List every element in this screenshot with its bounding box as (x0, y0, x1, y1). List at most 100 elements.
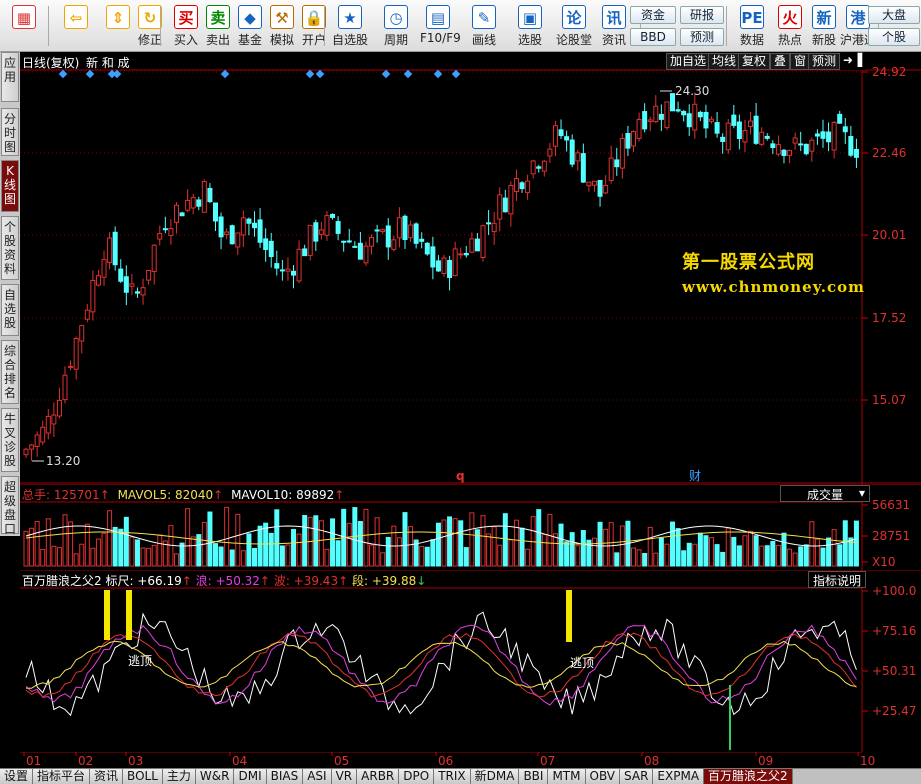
candle-body (151, 244, 157, 272)
toolbar-small-dapan[interactable]: 大盘 (868, 6, 920, 24)
side-tab-7[interactable]: 超级盘口 (1, 476, 19, 536)
candle-body (302, 248, 308, 257)
side-tab-6[interactable]: 牛叉诊股 (1, 408, 19, 472)
xaxis-label: 06 (438, 754, 453, 768)
toolbar-button-discuss[interactable]: 论论股堂 (556, 2, 592, 50)
toolbar-button-lock[interactable]: 🔒 开户 (296, 2, 332, 50)
toolbar-button-windows-grid[interactable]: ▦ (2, 2, 46, 50)
bottom-tab-16[interactable]: OBV (585, 769, 621, 784)
toolbar-button-pe[interactable]: PE 数据 (734, 2, 770, 50)
side-tab-5[interactable]: 综合排名 (1, 340, 19, 404)
toolbar-button-hot[interactable]: 火热点 (772, 2, 808, 50)
candle-body (146, 269, 152, 281)
candle-body (837, 113, 843, 124)
volume-bar (502, 513, 508, 567)
toolbar-button-sell[interactable]: 卖卖出 (200, 2, 236, 50)
volume-bar (447, 516, 453, 567)
side-tab-4[interactable]: 自选股 (1, 284, 19, 336)
bottom-tab-0[interactable]: 设置 (0, 769, 34, 784)
window-icon: ▤ (426, 5, 450, 29)
bottom-tab-10[interactable]: ARBR (357, 769, 400, 784)
pin-icon[interactable]: ➜▐ (840, 53, 866, 70)
toolbar-small-bbd[interactable]: BBD (630, 28, 676, 46)
volume-bar (369, 544, 375, 567)
volume-pane[interactable]: 56631 28751 X10 总手: 125701↑ MAVOL5: 82040↑… (20, 483, 921, 570)
toolbar-button-refresh[interactable]: ↻ 修正 (132, 2, 168, 50)
volume-bar (748, 530, 754, 567)
toolbar-button-up-down-arrows[interactable]: ⇕ (100, 2, 136, 50)
side-tab-1[interactable]: 分时图 (1, 108, 19, 156)
toolbar-small-zijin[interactable]: 资金 (630, 6, 676, 24)
candle-body (129, 283, 135, 287)
volume-bar (725, 527, 731, 567)
volume-bar (458, 520, 464, 567)
toolbar-small-geguan[interactable]: 个股 (868, 28, 920, 46)
candle-body (491, 222, 497, 233)
volume-bar (268, 532, 274, 567)
hammer-icon: ⚒ (270, 5, 294, 29)
toolbar-small-yuce[interactable]: 预测 (680, 28, 724, 46)
toolbar-button-star-folder[interactable]: ★ 自选股 (332, 2, 368, 50)
toolbar-small-yanbao[interactable]: 研报 (680, 6, 724, 24)
toolbar-button-clock[interactable]: ◷ 周期 (378, 2, 414, 50)
bottom-tab-12[interactable]: TRIX (434, 769, 471, 784)
bottom-tab-2[interactable]: 资讯 (90, 769, 124, 784)
chart-button-1[interactable]: 均线 (708, 53, 741, 70)
toolbar-button-window[interactable]: ▤ F10/F9 (420, 2, 461, 50)
chart-button-4[interactable]: 窗 (790, 53, 811, 70)
volume-bar (703, 535, 709, 567)
bottom-tab-1[interactable]: 指标平台 (33, 769, 91, 784)
bottom-tab-14[interactable]: BBI (519, 769, 549, 784)
volume-bar (229, 549, 235, 567)
side-tab-2[interactable]: K线图 (1, 160, 19, 212)
indicator-pane[interactable]: +100.0 +75.16 +50.31 +25.47 逃顶 逃顶 百万腊浪之父2 标尺:… (20, 569, 921, 752)
toolbar-button-back-arrow[interactable]: ⇦ (58, 2, 94, 50)
side-tab-0[interactable]: 应用 (1, 52, 19, 102)
side-tab-3[interactable]: 个股资料 (1, 216, 19, 280)
candle-body (764, 135, 770, 139)
toolbar-button-pencil[interactable]: ✎ 画线 (466, 2, 502, 50)
bottom-tab-4[interactable]: 主力 (162, 769, 196, 784)
bottom-tab-5[interactable]: W&R (195, 769, 235, 784)
bottom-tab-15[interactable]: MTM (548, 769, 586, 784)
bottom-tab-9[interactable]: VR (331, 769, 358, 784)
bottom-tab-13[interactable]: 新DMA (470, 769, 520, 784)
bottom-tab-7[interactable]: BIAS (266, 769, 304, 784)
toolbar-button-newstock[interactable]: 新新股 (806, 2, 842, 50)
volume-dropdown[interactable]: 成交量 ▾ (780, 485, 870, 502)
watermark-title: 第一股票公式网 (682, 252, 815, 273)
chart-button-0[interactable]: 加自选 (666, 53, 711, 70)
chart-button-2[interactable]: 复权 (738, 53, 771, 70)
volume-bar (274, 509, 280, 567)
candle-body (352, 245, 358, 248)
candle-body (179, 212, 185, 217)
toolbar-button-fund[interactable]: ◆ 基金 (232, 2, 268, 50)
toolbar-button-news[interactable]: 讯资讯 (596, 2, 632, 50)
indicator-explain-button[interactable]: 指标说明 (808, 571, 867, 588)
volume-bar (101, 532, 107, 567)
toolbar-button-buy[interactable]: 买买入 (168, 2, 204, 50)
bottom-tab-19[interactable]: 百万腊浪之父2 (704, 769, 793, 784)
volume-bar (753, 535, 759, 567)
event-marker-cai: 财 (689, 469, 701, 483)
toolbar-button-hammer[interactable]: ⚒ 模拟 (264, 2, 300, 50)
toolbar-button-screen[interactable]: ▣ 选股 (512, 2, 548, 50)
bottom-tab-11[interactable]: DPO (399, 769, 435, 784)
kline-chart-pane[interactable]: 24.92 22.46 20.01 17.52 15.07 24.30 13.20 q 财 日线… (20, 52, 921, 484)
bottom-tab-18[interactable]: EXPMA (653, 769, 705, 784)
bottom-tab-6[interactable]: DMI (234, 769, 267, 784)
price-label: 20.01 (872, 228, 906, 242)
bottom-tab-3[interactable]: BOLL (123, 769, 163, 784)
volume-bar (525, 548, 531, 567)
star-folder-icon: ★ (338, 5, 362, 29)
toolbar-button-label: 论股堂 (556, 33, 593, 47)
chart-button-3[interactable]: 叠 (770, 53, 791, 70)
toolbar-button-label: 数据 (739, 33, 764, 47)
bottom-tab-8[interactable]: ASI (303, 769, 332, 784)
xaxis-label: 08 (644, 754, 659, 768)
volume-bar (552, 533, 558, 567)
screen-icon: ▣ (518, 5, 542, 29)
chart-button-5[interactable]: 预测 (808, 53, 841, 70)
bottom-tab-17[interactable]: SAR (620, 769, 654, 784)
candle-body (552, 125, 558, 147)
